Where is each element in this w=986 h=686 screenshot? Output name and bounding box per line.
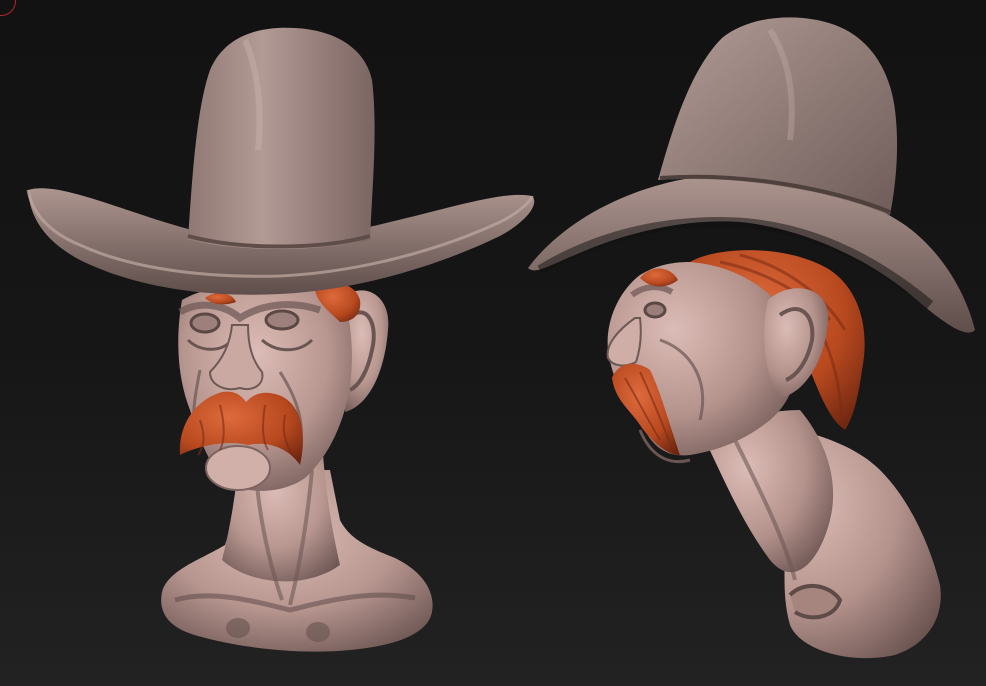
front-pec-dimple-left [226, 618, 250, 638]
front-hat-crown[interactable] [188, 27, 375, 249]
front-pec-dimple-right [306, 622, 330, 642]
side-eye [643, 301, 667, 319]
side-chest-edge [788, 583, 843, 620]
sculpt-canvas[interactable] [0, 0, 986, 686]
sculpt-viewport[interactable] [0, 0, 986, 686]
front-eye-left [189, 312, 221, 334]
front-eye-right [264, 309, 300, 331]
front-chin [205, 445, 271, 491]
